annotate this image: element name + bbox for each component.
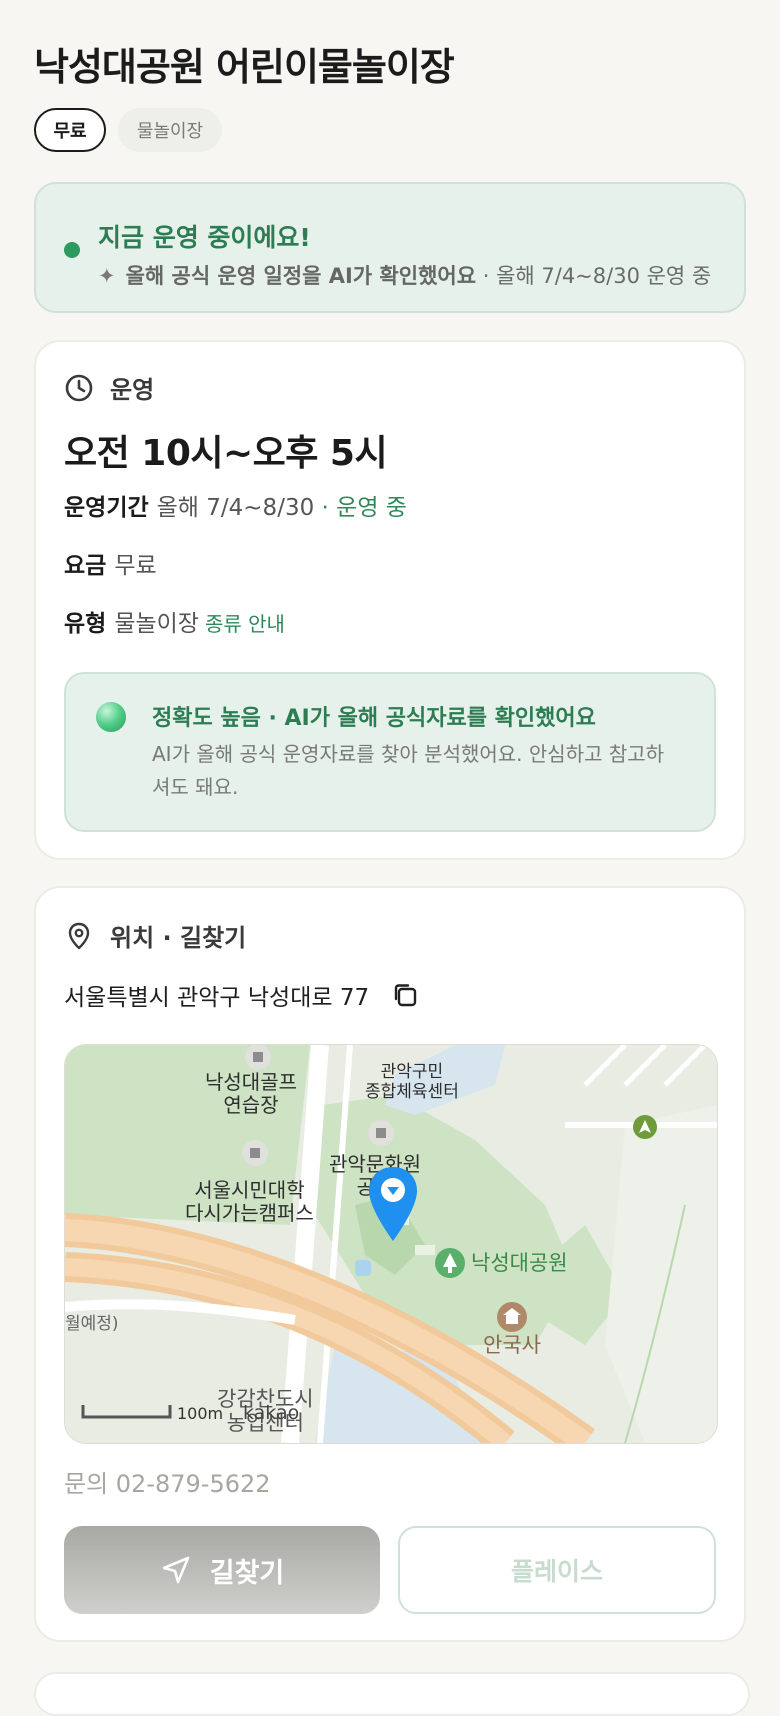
- address-text: 서울특별시 관악구 낙성대로 77: [64, 985, 370, 1011]
- fee-chip[interactable]: 무료: [34, 108, 106, 152]
- location-card: 위치 · 길찾기 서울특별시 관악구 낙성대로 77 낙성대골프 연습장 관악구…: [34, 886, 746, 1642]
- period-status: · 운영 중: [321, 495, 407, 521]
- ai-accuracy-box: 정확도 높음 · AI가 올해 공식자료를 확인했어요 AI가 올해 공식 운영…: [64, 672, 716, 832]
- fee-label: 요금: [64, 553, 107, 579]
- operating-hours: 오전 10시~오후 5시: [64, 433, 388, 474]
- status-period: · 올해 7/4~8/30 운영 중: [482, 264, 712, 288]
- page-title: 낙성대공원 어린이물놀이장: [34, 45, 455, 89]
- period-value: 올해 7/4~8/30: [156, 495, 315, 521]
- type-chip[interactable]: 물놀이장: [118, 108, 222, 152]
- operation-section-title: 운영: [110, 376, 155, 404]
- status-ai-note: 올해 공식 운영 일정을 AI가 확인했어요: [125, 264, 477, 288]
- status-subtitle: ✦ 올해 공식 운영 일정을 AI가 확인했어요 · 올해 7/4~8/30 운영…: [98, 260, 711, 290]
- fee-row: 요금 무료: [64, 546, 157, 580]
- period-label: 운영기간: [64, 495, 149, 521]
- ai-accuracy-description: AI가 올해 공식 운영자료를 찾아 분석했어요. 안심하고 참고하셔도 돼요.: [152, 742, 665, 799]
- type-row: 유형 물놀이장 종류 안내: [64, 604, 285, 638]
- ai-accuracy-title: 정확도 높음 · AI가 올해 공식자료를 확인했어요: [152, 706, 596, 731]
- location-pin-icon: [68, 922, 90, 949]
- directions-button-label: 길찾기: [209, 1557, 285, 1589]
- fee-value: 무료: [114, 553, 157, 579]
- address-row: 서울특별시 관악구 낙성대로 77: [64, 978, 419, 1012]
- sparkle-icon: ✦: [98, 264, 116, 288]
- status-dot-icon: [64, 242, 80, 258]
- operation-section-header: 운영: [64, 370, 154, 405]
- directions-button[interactable]: 길찾기: [64, 1526, 380, 1614]
- location-section-header: 위치 · 길찾기: [64, 918, 246, 953]
- type-label: 유형: [64, 611, 107, 637]
- navigation-arrow-icon: [162, 1556, 190, 1584]
- places-button[interactable]: 플레이스: [398, 1526, 716, 1614]
- map-canvas: [65, 1045, 717, 1443]
- map-marker-icon[interactable]: [365, 1165, 421, 1243]
- map-label-temple: 안국사: [483, 1333, 541, 1357]
- location-map[interactable]: 낙성대골프연습장 관악구민종합체육센터 관악문화원공원 서울시민대학다시가는캠퍼…: [64, 1044, 718, 1444]
- type-value: 물놀이장: [114, 611, 199, 637]
- phone-number[interactable]: 문의 02-879-5622: [64, 1464, 271, 1499]
- map-label-univ: 서울시민대학 다시가는캠퍼스: [185, 1178, 314, 1225]
- place-detail-page: 낙성대공원 어린이물놀이장 무료 물놀이장 지금 운영 중이에요! ✦ 올해 공식…: [0, 0, 780, 1716]
- status-title: 지금 운영 중이에요!: [98, 223, 311, 252]
- map-label-golf: 낙성대골프 연습장: [205, 1070, 297, 1117]
- map-label-planned: 월예정): [65, 1314, 119, 1334]
- type-guide-link[interactable]: 종류 안내: [205, 612, 285, 636]
- map-label-park: 낙성대공원: [471, 1251, 568, 1275]
- next-card-peek: [34, 1672, 750, 1716]
- ai-orb-icon: [96, 702, 126, 732]
- clock-icon: [65, 374, 93, 401]
- map-brand-logo: kakao: [243, 1402, 300, 1424]
- copy-icon[interactable]: [391, 981, 419, 1009]
- operation-card: 운영 오전 10시~오후 5시 운영기간 올해 7/4~8/30 · 운영 중 요…: [34, 340, 746, 860]
- map-scale-label: 100m: [177, 1404, 224, 1423]
- operating-status-card: 지금 운영 중이에요! ✦ 올해 공식 운영 일정을 AI가 확인했어요 · 올해…: [34, 182, 746, 313]
- map-label-gym: 관악구민 종합체육센터: [365, 1062, 459, 1102]
- period-row: 운영기간 올해 7/4~8/30 · 운영 중: [64, 488, 407, 522]
- location-section-title: 위치 · 길찾기: [110, 924, 247, 952]
